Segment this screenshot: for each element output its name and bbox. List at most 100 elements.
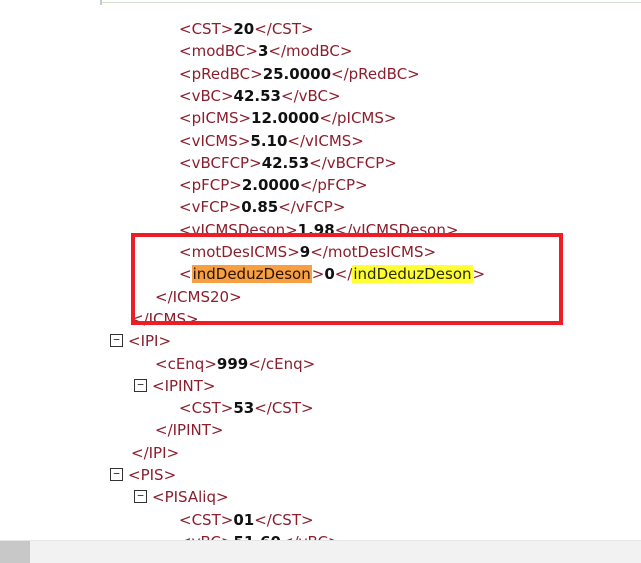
closing-tag-name: vFCP: [295, 198, 333, 217]
tag-bracket: >: [202, 376, 216, 395]
xml-line: <vBCFCP>42.53</vBCFCP>: [179, 152, 397, 174]
tag-bracket: >: [339, 42, 353, 61]
element-value: 25.0000: [262, 64, 332, 83]
tag-bracket: >: [229, 176, 242, 195]
closing-tag-name: CST: [271, 510, 301, 529]
tag-bracket: >: [163, 466, 177, 484]
tag-bracket: </: [309, 153, 327, 172]
tag-bracket: <: [152, 376, 165, 395]
xml-line: </ICMS>: [131, 308, 199, 330]
xml-line: − <PIS>: [110, 464, 176, 486]
tag-bracket: >: [245, 42, 258, 61]
opening-tag-name: indDeduzDeson: [191, 265, 312, 284]
tag-bracket: >: [287, 243, 300, 261]
collapse-toggle-icon[interactable]: −: [110, 334, 123, 348]
tag-bracket: >: [166, 443, 180, 462]
tag-bracket: >: [302, 354, 316, 373]
element-value: 20: [233, 20, 255, 38]
tag-bracket: <: [179, 176, 192, 195]
xml-line: <indDeduzDeson>0</indDeduzDeson>: [179, 263, 485, 285]
top-accent-line: [102, 2, 641, 3]
xml-line: </IPINT>: [155, 419, 223, 441]
element-value: 999: [216, 354, 249, 373]
element-value: 53: [233, 399, 255, 418]
tag-bracket: <: [152, 488, 165, 507]
closing-tag-name: vBC: [299, 533, 328, 540]
tag-bracket: </: [254, 20, 272, 38]
tag-bracket: >: [328, 86, 341, 105]
horizontal-scrollbar[interactable]: [0, 540, 641, 563]
tag-bracket: >: [186, 309, 199, 328]
tag-bracket: >: [383, 109, 397, 128]
xml-line: <CST>53</CST>: [179, 397, 314, 419]
tag-bracket: <: [179, 64, 192, 83]
closing-tag-name: indDeduzDeson: [352, 265, 473, 284]
xml-line: </ICMS20>: [155, 286, 242, 308]
closing-tag-name: motDesICMS: [327, 243, 424, 261]
xml-line: <modBC>3</modBC>: [179, 40, 352, 62]
tag-bracket: >: [285, 220, 298, 239]
tag-bracket: </: [278, 198, 296, 217]
tag-bracket: <: [179, 42, 192, 61]
collapse-toggle-icon[interactable]: −: [110, 468, 123, 481]
xml-line: <motDesICMS>9</motDesICMS>: [179, 241, 436, 263]
closing-tag-name: modBC: [286, 42, 340, 61]
tag-bracket: <: [179, 131, 192, 150]
tag-bracket: >: [423, 243, 437, 261]
opening-tag-name: motDesICMS: [191, 243, 288, 261]
element-value: 9: [299, 243, 311, 261]
tag-bracket: <: [179, 510, 192, 529]
tag-bracket: >: [328, 533, 341, 540]
element-value: 01: [233, 510, 255, 529]
element-value: 0.85: [241, 198, 279, 217]
element-value: 42.53: [233, 86, 281, 105]
tag-bracket: >: [311, 265, 325, 284]
tag-bracket: >: [250, 64, 263, 83]
closing-tag-name: pFCP: [317, 176, 356, 195]
tag-bracket: >: [237, 131, 251, 150]
opening-tag-name: pFCP: [191, 176, 230, 195]
tag-bracket: </: [310, 243, 328, 261]
xml-line: <pRedBC>25.0000</pRedBC>: [179, 63, 420, 85]
closing-tag-name: ICMS: [148, 309, 186, 328]
xml-line: <vICMSDeson>1.98</vICMSDeson>: [179, 219, 458, 241]
closing-tag-name: vICMSDeson: [352, 220, 446, 239]
xml-line: <pICMS>12.0000</pICMS>: [179, 107, 396, 129]
tag-bracket: </: [334, 265, 353, 284]
element-value: 5.10: [250, 131, 288, 150]
tag-bracket: >: [249, 153, 262, 172]
tag-bracket: <: [155, 354, 168, 373]
tag-bracket: >: [472, 265, 486, 284]
tag-bracket: </: [334, 220, 353, 239]
tag-bracket: </: [254, 510, 272, 529]
element-value: 2.0000: [241, 176, 300, 195]
tag-bracket: </: [155, 421, 173, 440]
tag-bracket: >: [220, 510, 234, 529]
tag-bracket: >: [332, 198, 346, 217]
closing-tag-name: vICMS: [305, 131, 352, 150]
xml-line: <pFCP>2.0000</pFCP>: [179, 174, 368, 196]
opening-tag-name: vFCP: [191, 198, 229, 217]
opening-tag-name: CST: [191, 20, 221, 38]
scrollbar-thumb[interactable]: [0, 541, 30, 563]
tag-bracket: >: [220, 399, 234, 418]
xml-line: <cEnq>999</cEnq>: [155, 353, 315, 375]
tag-bracket: <: [179, 198, 192, 217]
tag-bracket: >: [210, 421, 224, 440]
tag-bracket: <: [128, 332, 141, 351]
collapse-toggle-icon[interactable]: −: [134, 378, 147, 392]
closing-tag-name: pRedBC: [348, 64, 408, 83]
tag-bracket: >: [301, 20, 314, 38]
closing-tag-name: IPINT: [172, 421, 211, 440]
xml-line: − <PISAliq>: [134, 486, 229, 508]
xml-viewer: <CST>20</CST> <modBC>3</modBC> <pRedBC>25.…: [0, 5, 641, 540]
collapse-toggle-icon[interactable]: −: [134, 490, 147, 504]
tag-bracket: <: [128, 466, 141, 484]
xml-line: − <IPI>: [110, 330, 171, 352]
tag-bracket: >: [351, 131, 364, 150]
opening-tag-name: IPINT: [164, 376, 203, 395]
opening-tag-name: vBCFCP: [191, 153, 250, 172]
tag-bracket: >: [215, 488, 229, 507]
tag-bracket: >: [229, 287, 242, 306]
tag-bracket: </: [331, 64, 349, 83]
